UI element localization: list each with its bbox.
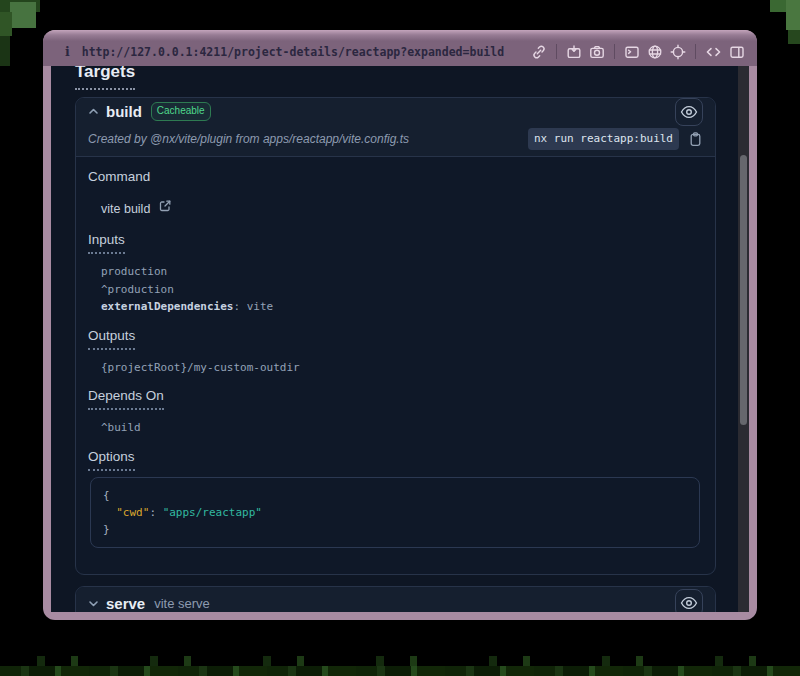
- run-command-chip: nx run reactapp:build: [528, 128, 679, 150]
- input-item: externalDependencies: vite: [101, 300, 701, 314]
- input-item: production: [101, 265, 701, 279]
- external-link-icon[interactable]: [158, 199, 172, 218]
- created-by-text: Created by @nx/vite/plugin from apps/rea…: [88, 132, 409, 146]
- scrollbar[interactable]: [738, 66, 749, 612]
- link-icon[interactable]: [531, 44, 547, 60]
- target-card-serve: serve vite serve: [75, 586, 716, 613]
- bg-fragment: [0, 12, 12, 36]
- copy-icon[interactable]: [688, 131, 703, 147]
- target-name: build: [106, 103, 142, 120]
- bg-fragment: [788, 30, 800, 44]
- output-item: {projectRoot}/my-custom-outdir: [101, 361, 701, 375]
- code-line: {: [103, 487, 687, 504]
- target-icon[interactable]: [670, 44, 686, 60]
- code-line: }: [103, 521, 687, 538]
- screenshot-icon[interactable]: [566, 44, 582, 60]
- chevron-down-icon[interactable]: [88, 598, 99, 609]
- bg-fragment: [786, 0, 800, 30]
- target-card-build: build Cacheable Created by @nx/vite/plug…: [75, 97, 716, 575]
- bg-fragment: [0, 666, 800, 676]
- target-name: serve: [106, 595, 145, 612]
- toolbar-divider: [695, 44, 696, 59]
- command-heading: Command: [88, 168, 701, 186]
- options-heading: Options: [88, 448, 701, 471]
- input-item: ^production: [101, 283, 701, 297]
- scrollbar-thumb[interactable]: [740, 155, 747, 425]
- info-icon: i: [65, 44, 70, 59]
- command-value: vite build: [101, 200, 150, 218]
- outputs-heading: Outputs: [88, 327, 701, 350]
- build-card-body: Command vite build Inputs production ^pr…: [76, 168, 715, 574]
- bg-fragment: [0, 36, 10, 66]
- bg-fragment: [10, 2, 36, 28]
- depends-on-item: ^build: [101, 421, 701, 435]
- project-details-page: Targets build Cacheable Created by @nx/v…: [51, 66, 738, 612]
- toolbar-divider: [614, 44, 615, 59]
- toolbar-divider: [556, 44, 557, 59]
- cacheable-badge: Cacheable: [151, 102, 211, 121]
- serve-card-header[interactable]: serve vite serve: [76, 587, 715, 613]
- inputs-heading: Inputs: [88, 231, 701, 254]
- panel-icon[interactable]: [729, 44, 745, 60]
- chevron-up-icon[interactable]: [88, 106, 99, 117]
- page-title: Targets: [75, 66, 135, 90]
- browser-topbar: i http://127.0.0.1:4211/project-details/…: [43, 30, 757, 66]
- browser-window: i http://127.0.0.1:4211/project-details/…: [43, 30, 757, 620]
- target-subtitle: vite serve: [154, 596, 210, 611]
- view-graph-button[interactable]: [675, 98, 703, 126]
- options-code-block: { "cwd": "apps/reactapp"}: [90, 477, 700, 548]
- url-text: http://127.0.0.1:4211/project-details/re…: [82, 45, 504, 59]
- page-viewport: Targets build Cacheable Created by @nx/v…: [51, 66, 749, 612]
- code-icon[interactable]: [705, 44, 722, 60]
- globe-icon[interactable]: [647, 44, 663, 60]
- camera-icon[interactable]: [589, 44, 605, 60]
- build-card-header[interactable]: build Cacheable Created by @nx/vite/plug…: [76, 98, 715, 157]
- terminal-icon[interactable]: [624, 44, 640, 60]
- code-line: "cwd": "apps/reactapp": [103, 504, 687, 521]
- view-graph-button[interactable]: [675, 589, 703, 612]
- depends-on-heading: Depends On: [88, 387, 701, 410]
